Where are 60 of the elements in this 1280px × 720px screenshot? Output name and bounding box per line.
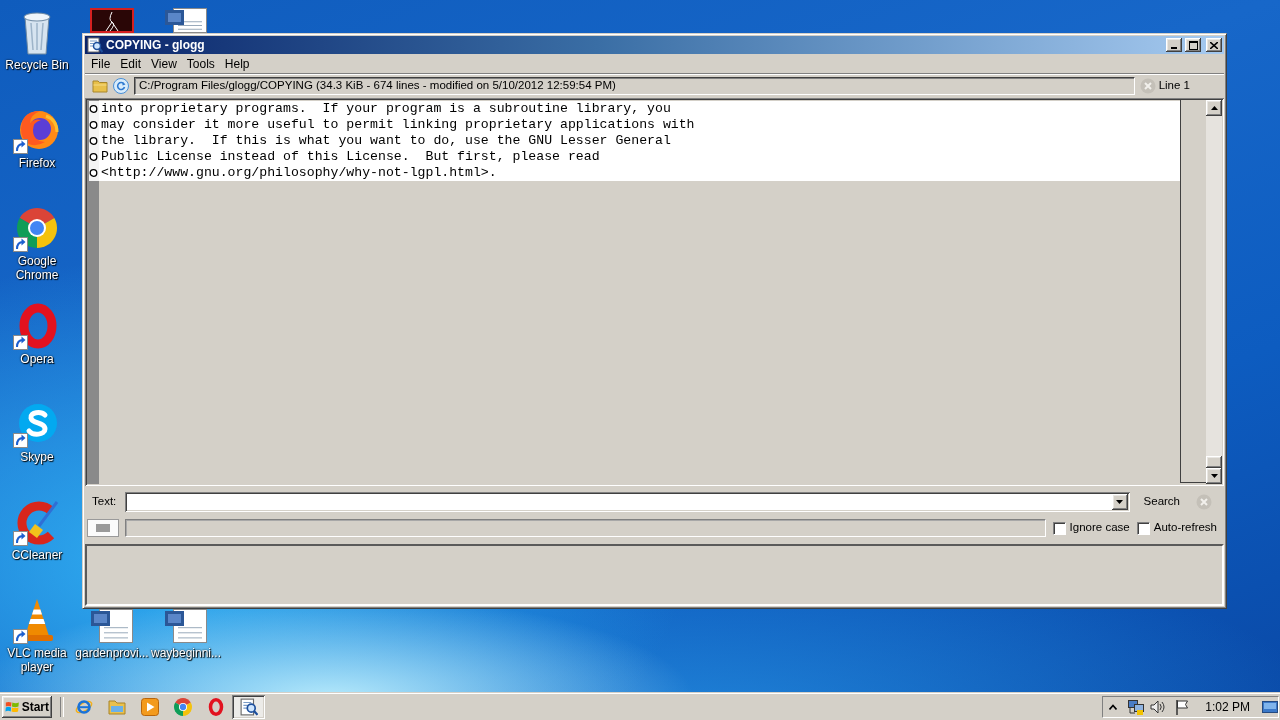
line-indicator: Line 1 [1158, 79, 1190, 93]
desktop-icon-label[interactable]: Firefox [18, 156, 56, 170]
menu-item[interactable]: File [86, 56, 116, 72]
document-icon[interactable] [91, 609, 133, 643]
desktop-icon-label[interactable]: Opera [20, 352, 54, 366]
caret-up-icon [1210, 106, 1218, 110]
checkbox[interactable] [1136, 521, 1150, 535]
visibility-button[interactable] [87, 519, 119, 537]
close-button[interactable] [1206, 38, 1222, 52]
log-viewer-icon [239, 697, 258, 716]
document-icon[interactable] [165, 609, 207, 643]
media-player-icon [140, 697, 159, 716]
swatch-icon [96, 524, 110, 532]
app-icon[interactable] [90, 8, 134, 33]
clock[interactable]: 1:02 PM [1205, 699, 1250, 714]
scroll-down-button[interactable] [1206, 468, 1222, 484]
close-icon [1210, 41, 1218, 49]
vertical-scrollbar[interactable] [1206, 100, 1222, 484]
network-icon[interactable] [1127, 698, 1146, 715]
speaker-icon[interactable] [1150, 698, 1167, 715]
search-combo-box[interactable] [125, 491, 1130, 512]
checkbox-label[interactable]: Auto-refresh [1153, 521, 1217, 535]
show-desktop-icon[interactable] [1262, 698, 1278, 715]
menu-item[interactable]: Tools [181, 56, 220, 72]
checkbox-label[interactable]: Ignore case [1069, 521, 1130, 535]
maximize-icon [1188, 40, 1198, 50]
stop-icon [1196, 493, 1212, 510]
desktop-icon-label[interactable]: Recycle Bin [5, 58, 69, 72]
line-bullet-icon [89, 101, 99, 117]
search-button[interactable]: Search [1139, 492, 1184, 511]
taskbar-button[interactable] [232, 694, 265, 719]
folder-icon [107, 697, 126, 716]
stop-icon [1139, 78, 1156, 94]
line-bullet-icon [89, 165, 99, 181]
search-label: Text: [92, 494, 117, 509]
chrome-icon [173, 697, 192, 716]
checkbox[interactable] [1052, 521, 1066, 535]
scrollbar-thumb[interactable] [1206, 456, 1222, 468]
reload-icon[interactable] [113, 78, 129, 94]
caret-down-icon [1210, 474, 1218, 478]
log-viewer-icon [87, 37, 103, 53]
document-icon[interactable] [165, 8, 207, 33]
desktop-icon-label[interactable]: Google Chrome [1, 254, 73, 282]
minimize-button[interactable] [1166, 38, 1182, 52]
menu-item[interactable]: View [146, 56, 182, 72]
file-info-field: C:/Program Files/glogg/COPYING (34.3 KiB - 674 lines - modified on 5/10/2012 12:59:54 PM) [134, 77, 1135, 95]
menu-item[interactable]: Help [219, 56, 255, 72]
chevron-up-icon[interactable] [1109, 703, 1118, 710]
caret-down-icon [1116, 499, 1124, 504]
dropdown-button[interactable] [1111, 493, 1128, 510]
menu-item[interactable]: Edit [115, 56, 147, 72]
scroll-up-button[interactable] [1206, 100, 1222, 116]
minimize-icon [1171, 47, 1177, 49]
window-title: COPYING - glogg [106, 37, 205, 53]
opera-icon [206, 697, 225, 716]
ccleaner-icon[interactable] [13, 498, 61, 546]
flag-icon[interactable] [1175, 698, 1190, 715]
browser-icon [74, 697, 93, 716]
start-button[interactable]: Start [2, 695, 52, 718]
maximize-button[interactable] [1185, 38, 1201, 52]
